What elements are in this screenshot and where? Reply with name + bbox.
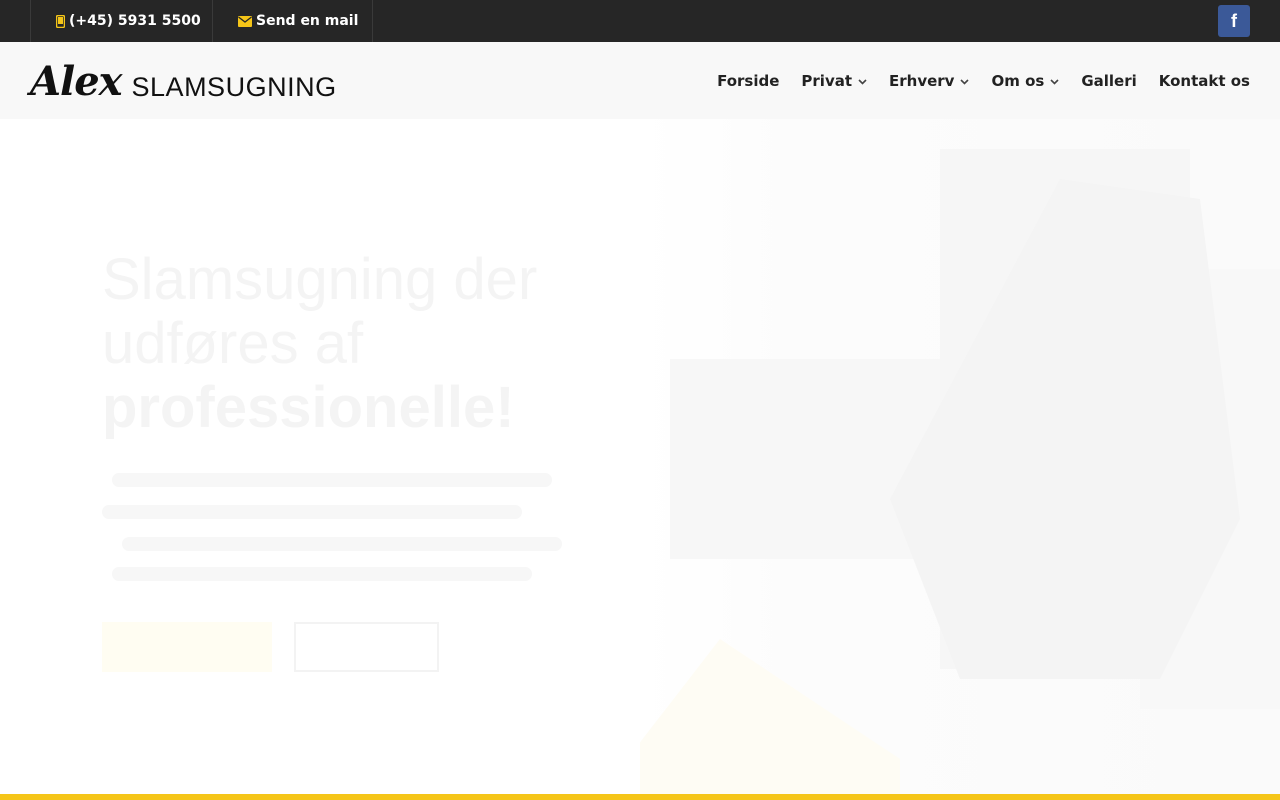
chevron-down-icon <box>1050 75 1059 88</box>
nav-label: Om os <box>991 71 1045 90</box>
nav-label: Erhverv <box>889 71 955 90</box>
hero-section: Slamsugning der udføres af professionell… <box>0 119 1280 794</box>
chevron-down-icon <box>960 75 970 88</box>
nav-label: Privat <box>801 71 853 90</box>
phone-link[interactable]: (+45) 5931 5500 <box>30 0 212 42</box>
site-logo[interactable]: Alex SLAMSUGNING <box>30 58 337 105</box>
nav-item-galleri[interactable]: Galleri <box>1081 72 1136 90</box>
primary-cta-button[interactable] <box>102 622 272 672</box>
nav-label: Forside <box>717 71 780 90</box>
nav-item-om-os[interactable]: Om os <box>991 72 1059 90</box>
hero-heading-line-3: professionelle! <box>102 375 515 440</box>
hero-heading: Slamsugning der udføres af professionell… <box>102 248 662 440</box>
facebook-icon[interactable]: f <box>1218 5 1250 37</box>
nav-item-kontakt-os[interactable]: Kontakt os <box>1159 72 1250 90</box>
hero-paragraph <box>102 465 572 594</box>
nav-label: Galleri <box>1081 71 1137 90</box>
nav-item-forside[interactable]: Forside <box>717 72 779 90</box>
phone-number: (+45) 5931 5500 <box>69 13 201 29</box>
logo-word-text: SLAMSUGNING <box>131 72 337 102</box>
site-header: Alex SLAMSUGNING Forside Privat Erhverv … <box>0 42 1280 119</box>
hero-heading-line-1: Slamsugning der <box>102 247 538 312</box>
secondary-cta-button[interactable] <box>294 622 439 672</box>
hero-background-image <box>600 119 1280 794</box>
nav-item-erhverv[interactable]: Erhverv <box>889 71 970 90</box>
main-nav: Forside Privat Erhverv Om os Galleri Kon… <box>695 42 1250 119</box>
mobile-phone-icon <box>56 14 65 28</box>
logo-script-text: Alex <box>30 58 123 105</box>
faded-text-lines <box>102 473 562 581</box>
accent-stripe <box>0 794 1280 800</box>
mail-label: Send en mail <box>256 13 359 29</box>
top-bar: (+45) 5931 5500 Send en mail f <box>0 0 1280 42</box>
mail-link[interactable]: Send en mail <box>212 0 373 42</box>
nav-label: Kontakt os <box>1158 71 1250 90</box>
chevron-down-icon <box>858 75 867 88</box>
envelope-icon <box>238 15 252 27</box>
hero-heading-line-2: udføres af <box>102 311 364 376</box>
nav-item-privat[interactable]: Privat <box>801 72 867 90</box>
